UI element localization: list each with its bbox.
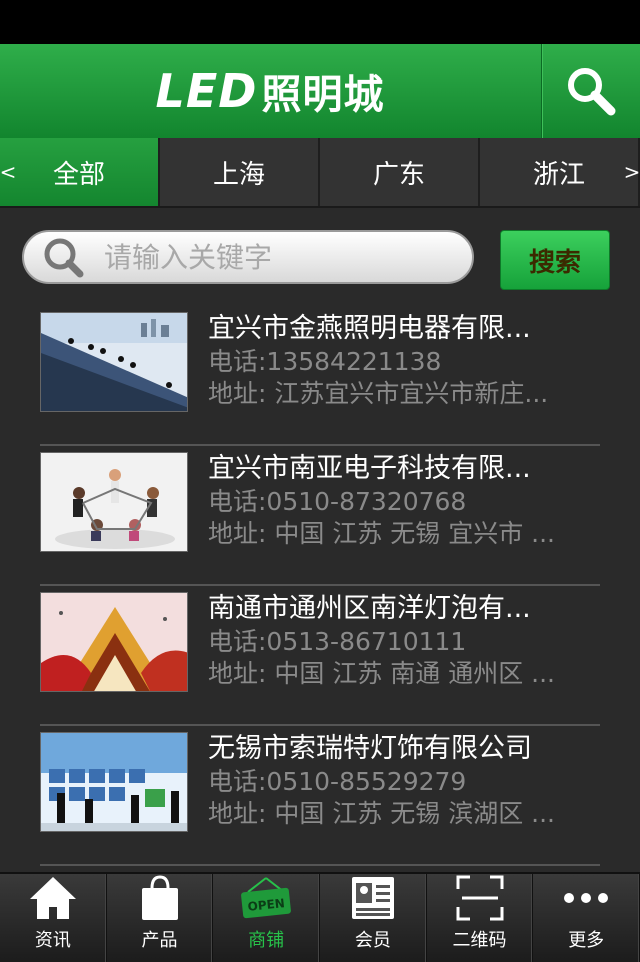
store-phone: 电话:0510-85529279: [208, 767, 467, 796]
store-name: 宜兴市金燕照明电器有限...: [208, 313, 531, 344]
more-dots-icon: [556, 874, 616, 922]
nav-label: 产品: [141, 930, 178, 951]
nav-label: 商铺: [248, 930, 285, 951]
shopping-bag-icon: [130, 874, 190, 922]
nav-more[interactable]: 更多: [533, 874, 640, 962]
tab-guangdong[interactable]: 广东: [320, 138, 480, 206]
store-thumbnail: [40, 732, 188, 832]
store-phone: 电话:0513-86710111: [208, 627, 467, 656]
open-sign-icon: OPEN: [236, 874, 296, 922]
member-card-icon: [343, 874, 403, 922]
store-address: 地址: 中国 江苏 无锡 宜兴市 ...: [208, 519, 555, 548]
header-search-button[interactable]: [541, 44, 640, 138]
nav-qrcode[interactable]: 二维码: [427, 874, 534, 962]
tab-all[interactable]: 全部: [0, 138, 160, 206]
store-name: 无锡市索瑞特灯饰有限公司: [208, 733, 532, 764]
search-row: 搜索: [0, 206, 640, 306]
store-phone: 电话:0510-87320768: [208, 487, 467, 516]
tab-shanghai[interactable]: 上海: [160, 138, 320, 206]
store-name: 南通市通州区南洋灯泡有...: [208, 593, 531, 624]
tab-zhejiang[interactable]: 浙江: [480, 138, 640, 206]
logo-led: LED: [155, 64, 258, 118]
nav-news[interactable]: 资讯: [0, 874, 107, 962]
tabs-scroll-right[interactable]: >: [624, 138, 640, 206]
store-name: 宜兴市南亚电子科技有限...: [208, 453, 531, 484]
qr-scan-icon: [450, 874, 510, 922]
store-list: 宜兴市金燕照明电器有限... 电话:13584221138 地址: 江苏宜兴市宜…: [40, 306, 600, 866]
tab-label: 上海: [212, 159, 265, 190]
store-thumbnail: [40, 452, 188, 552]
nav-members[interactable]: 会员: [320, 874, 427, 962]
app-logo: LED 照明城: [0, 44, 540, 138]
nav-products[interactable]: 产品: [107, 874, 214, 962]
app-header: LED 照明城: [0, 44, 640, 140]
search-submit-button[interactable]: 搜索: [500, 230, 610, 290]
nav-stores[interactable]: OPEN 商铺: [213, 874, 321, 962]
tab-label: 广东: [372, 159, 425, 190]
logo-text: 照明城: [261, 72, 385, 118]
tab-label: 浙江: [532, 159, 585, 190]
search-icon: [568, 68, 616, 116]
list-item[interactable]: 宜兴市金燕照明电器有限... 电话:13584221138 地址: 江苏宜兴市宜…: [40, 306, 600, 446]
store-address: 地址: 江苏宜兴市宜兴市新庄...: [208, 379, 549, 408]
search-field[interactable]: [22, 230, 474, 284]
list-item[interactable]: 无锡市索瑞特灯饰有限公司 电话:0510-85529279 地址: 中国 江苏 …: [40, 726, 600, 866]
region-tabs: 全部 上海 广东 浙江: [0, 138, 640, 208]
tabs-scroll-left[interactable]: <: [0, 138, 16, 206]
store-address: 地址: 中国 江苏 无锡 滨湖区 ...: [208, 799, 555, 828]
list-item[interactable]: 宜兴市南亚电子科技有限... 电话:0510-87320768 地址: 中国 江…: [40, 446, 600, 586]
list-item[interactable]: 南通市通州区南洋灯泡有... 电话:0513-86710111 地址: 中国 江…: [40, 586, 600, 726]
nav-label: 二维码: [452, 930, 507, 951]
tab-label: 全部: [52, 159, 105, 190]
bottom-nav: 资讯 产品 OPEN 商铺 会员 二维码 更多: [0, 872, 640, 962]
store-thumbnail: [40, 592, 188, 692]
home-icon: [23, 874, 83, 922]
store-phone: 电话:13584221138: [208, 347, 442, 376]
nav-label: 资讯: [34, 930, 71, 951]
store-thumbnail: [40, 312, 188, 412]
search-input[interactable]: [102, 239, 466, 275]
nav-label: 更多: [568, 930, 605, 951]
search-icon: [44, 238, 84, 278]
store-address: 地址: 中国 江苏 南通 通州区 ...: [208, 659, 555, 688]
status-bar: [0, 0, 640, 44]
nav-label: 会员: [354, 930, 391, 951]
